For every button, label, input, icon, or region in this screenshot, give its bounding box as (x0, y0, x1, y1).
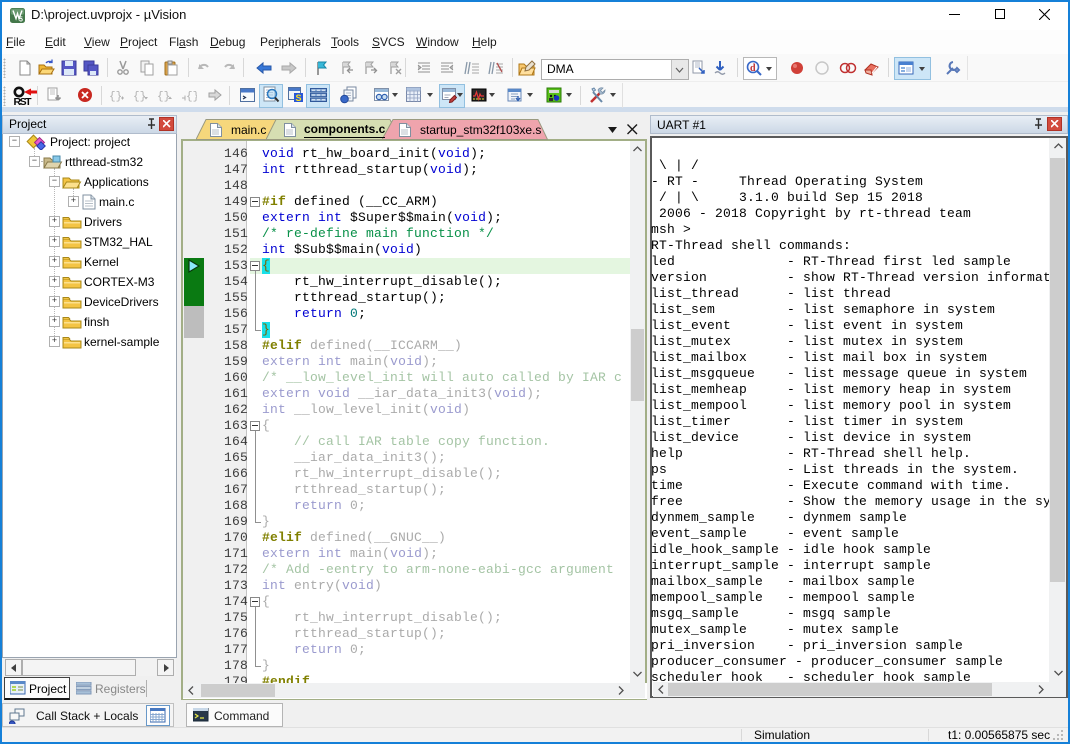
svg-text:5: 5 (19, 17, 23, 24)
svg-text:{}: {} (109, 91, 122, 103)
svg-text:RST: RST (14, 96, 33, 108)
svg-text:S: S (296, 93, 302, 103)
svg-text:{}: {} (186, 91, 197, 103)
svg-text:{}: {} (157, 91, 170, 103)
svg-text:d: d (750, 63, 756, 74)
